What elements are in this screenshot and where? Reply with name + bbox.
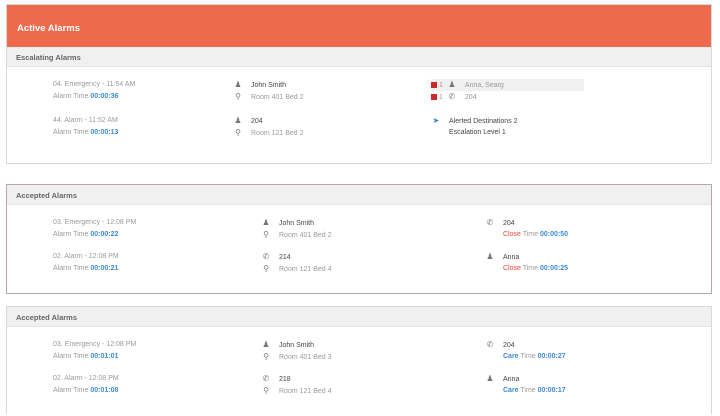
escalation-target: Anna, Searg <box>464 82 504 89</box>
accepted-heading: Accepted Alarms <box>7 307 711 327</box>
accepted-alarms-panel: Accepted Alarms 03. Emergency - 12:08 PM… <box>6 184 712 294</box>
alarm-time: 00:00:13 <box>90 129 119 136</box>
alarm-row[interactable]: 03. Emergency - 12:08 PM Alarm Time 00:0… <box>7 217 711 251</box>
location: Room 121 Bed 2 <box>251 130 304 137</box>
alarm-name: 02. Alarm - 12:08 PM <box>53 253 119 260</box>
map-pin-icon: ⚲ <box>263 352 269 361</box>
location: Room 401 Bed 3 <box>279 354 332 361</box>
person-name[interactable]: John Smith <box>251 82 286 89</box>
location: Room 121 Bed 4 <box>279 388 332 395</box>
red-marker-icon <box>431 94 437 101</box>
alarm-time: 00:00:22 <box>90 231 119 238</box>
phone-icon: ✆ <box>262 252 270 261</box>
alarm-time-label: Alarm Time <box>53 387 89 394</box>
red-marker-icon <box>431 82 437 89</box>
alarm-time: 00:00:21 <box>90 265 119 272</box>
alarm-time-label: Alarm Time <box>53 353 89 360</box>
alarm-name: 03. Emergency - 12:08 PM <box>53 219 137 226</box>
alarm-time: 00:01:08 <box>90 387 119 394</box>
accepted-by: Anna <box>503 254 520 261</box>
phone-icon: ✆ <box>262 374 270 383</box>
map-pin-icon: ⚲ <box>263 264 269 273</box>
panel-title: Active Alarms <box>7 5 711 47</box>
alarm-time: 00:00:36 <box>90 93 119 100</box>
accepted-by: Anna <box>503 376 520 383</box>
alarm-row[interactable]: 44. Alarm - 11:52 AM Alarm Time 00:00:13… <box>7 115 711 149</box>
alarm-time-label: Alarm Time <box>53 265 89 272</box>
map-pin-icon: ⚲ <box>263 386 269 395</box>
person-badge-icon: ♟ <box>262 340 270 349</box>
person-name[interactable]: 214 <box>279 254 291 261</box>
alarm-row[interactable]: 02. Alarm - 12:08 PM Alarm Time 00:01:08… <box>7 373 711 407</box>
care-label: Care <box>503 353 519 360</box>
alarm-time: 00:01:01 <box>90 353 119 360</box>
close-time: 00:00:25 <box>539 265 569 272</box>
person-badge-icon: ♟ <box>486 374 494 383</box>
accepted-by: 204 <box>503 342 515 349</box>
alarm-row[interactable]: 02. Alarm - 12:08 PM Alarm Time 00:00:21… <box>7 251 711 285</box>
person-badge-icon: ♟ <box>448 80 456 89</box>
person-badge-icon: ♟ <box>486 252 494 261</box>
alarm-row[interactable]: 04. Emergency - 11:54 AM Alarm Time 00:0… <box>7 79 711 113</box>
location: Room 121 Bed 4 <box>279 266 332 273</box>
escalation-level: Escalation Level 1 <box>449 129 506 136</box>
alerted-destinations: Alerted Destinations 2 <box>449 118 518 125</box>
care-time: 00:00:27 <box>537 353 566 360</box>
alarm-time-label: Alarm Time <box>53 231 89 238</box>
care-time: 00:00:17 <box>537 387 566 394</box>
map-pin-icon: ⚲ <box>263 230 269 239</box>
accepted-alarms-panel-2: Accepted Alarms 03. Emergency - 12:08 PM… <box>6 306 712 414</box>
person-name[interactable]: 218 <box>279 376 291 383</box>
location: Room 401 Bed 2 <box>251 94 304 101</box>
person-name[interactable]: John Smith <box>279 342 314 349</box>
phone-icon: ✆ <box>486 218 494 227</box>
person-name[interactable]: John Smith <box>279 220 314 227</box>
alarm-name: 03. Emergency - 12:08 PM <box>53 341 137 348</box>
person-badge-icon: ♟ <box>262 218 270 227</box>
close-time: 00:00:50 <box>539 231 569 238</box>
alarm-row[interactable]: 03. Emergency - 12:08 PM Alarm Time 00:0… <box>7 339 711 373</box>
map-pin-icon: ⚲ <box>235 92 241 101</box>
location: Room 401 Bed 2 <box>279 232 332 239</box>
accepted-by: 204 <box>503 220 515 227</box>
accepted-heading: Accepted Alarms <box>7 185 711 205</box>
person-name[interactable]: 204 <box>251 118 263 125</box>
alarm-name: 02. Alarm - 12:08 PM <box>53 375 119 382</box>
alarm-time-label: Alarm Time <box>53 129 89 136</box>
escalating-heading: Escalating Alarms <box>7 47 711 67</box>
alarm-time-label: Alarm Time <box>53 93 89 100</box>
person-badge-icon: ♟ <box>234 80 242 89</box>
arrow-icon: ➤ <box>432 116 440 125</box>
escalation-target: 204 <box>464 94 477 101</box>
map-pin-icon: ⚲ <box>235 128 241 137</box>
phone-icon: ✆ <box>486 340 494 349</box>
person-badge-icon: ♟ <box>234 116 242 125</box>
active-alarms-panel: Active Alarms Escalating Alarms 04. Emer… <box>6 4 712 164</box>
phone-icon: ✆ <box>448 92 456 101</box>
care-label: Care <box>503 387 519 394</box>
alarm-name: 44. Alarm - 11:52 AM <box>53 117 118 124</box>
alarm-name: 04. Emergency - 11:54 AM <box>53 81 136 88</box>
close-label: Close <box>503 265 521 272</box>
close-label: Close <box>503 231 521 238</box>
